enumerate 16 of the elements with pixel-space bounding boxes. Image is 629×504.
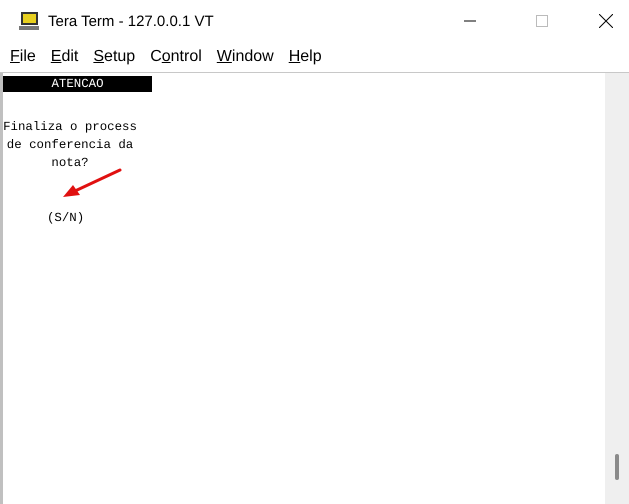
window-title: Tera Term - 127.0.0.1 VT <box>48 12 214 30</box>
confirmation-message: Finaliza o process de conferencia da nota? <box>3 119 137 172</box>
scrollbar[interactable] <box>605 73 629 504</box>
menu-item[interactable]: Help <box>282 48 328 66</box>
prompt-text: (S/N) <box>47 210 84 227</box>
scroll-thumb[interactable] <box>615 454 619 480</box>
maximize-icon <box>536 15 548 27</box>
close-icon <box>599 14 613 28</box>
menu-item[interactable]: Control <box>144 48 208 66</box>
menu-item[interactable]: Window <box>210 48 280 66</box>
menu-item[interactable]: Setup <box>87 48 142 66</box>
annotation-arrow <box>61 167 123 199</box>
terminal-app-icon <box>18 11 40 31</box>
dialog-header: ATENCAO <box>3 76 152 92</box>
menu-item[interactable]: File <box>4 48 42 66</box>
menu-item[interactable]: Edit <box>44 48 84 66</box>
